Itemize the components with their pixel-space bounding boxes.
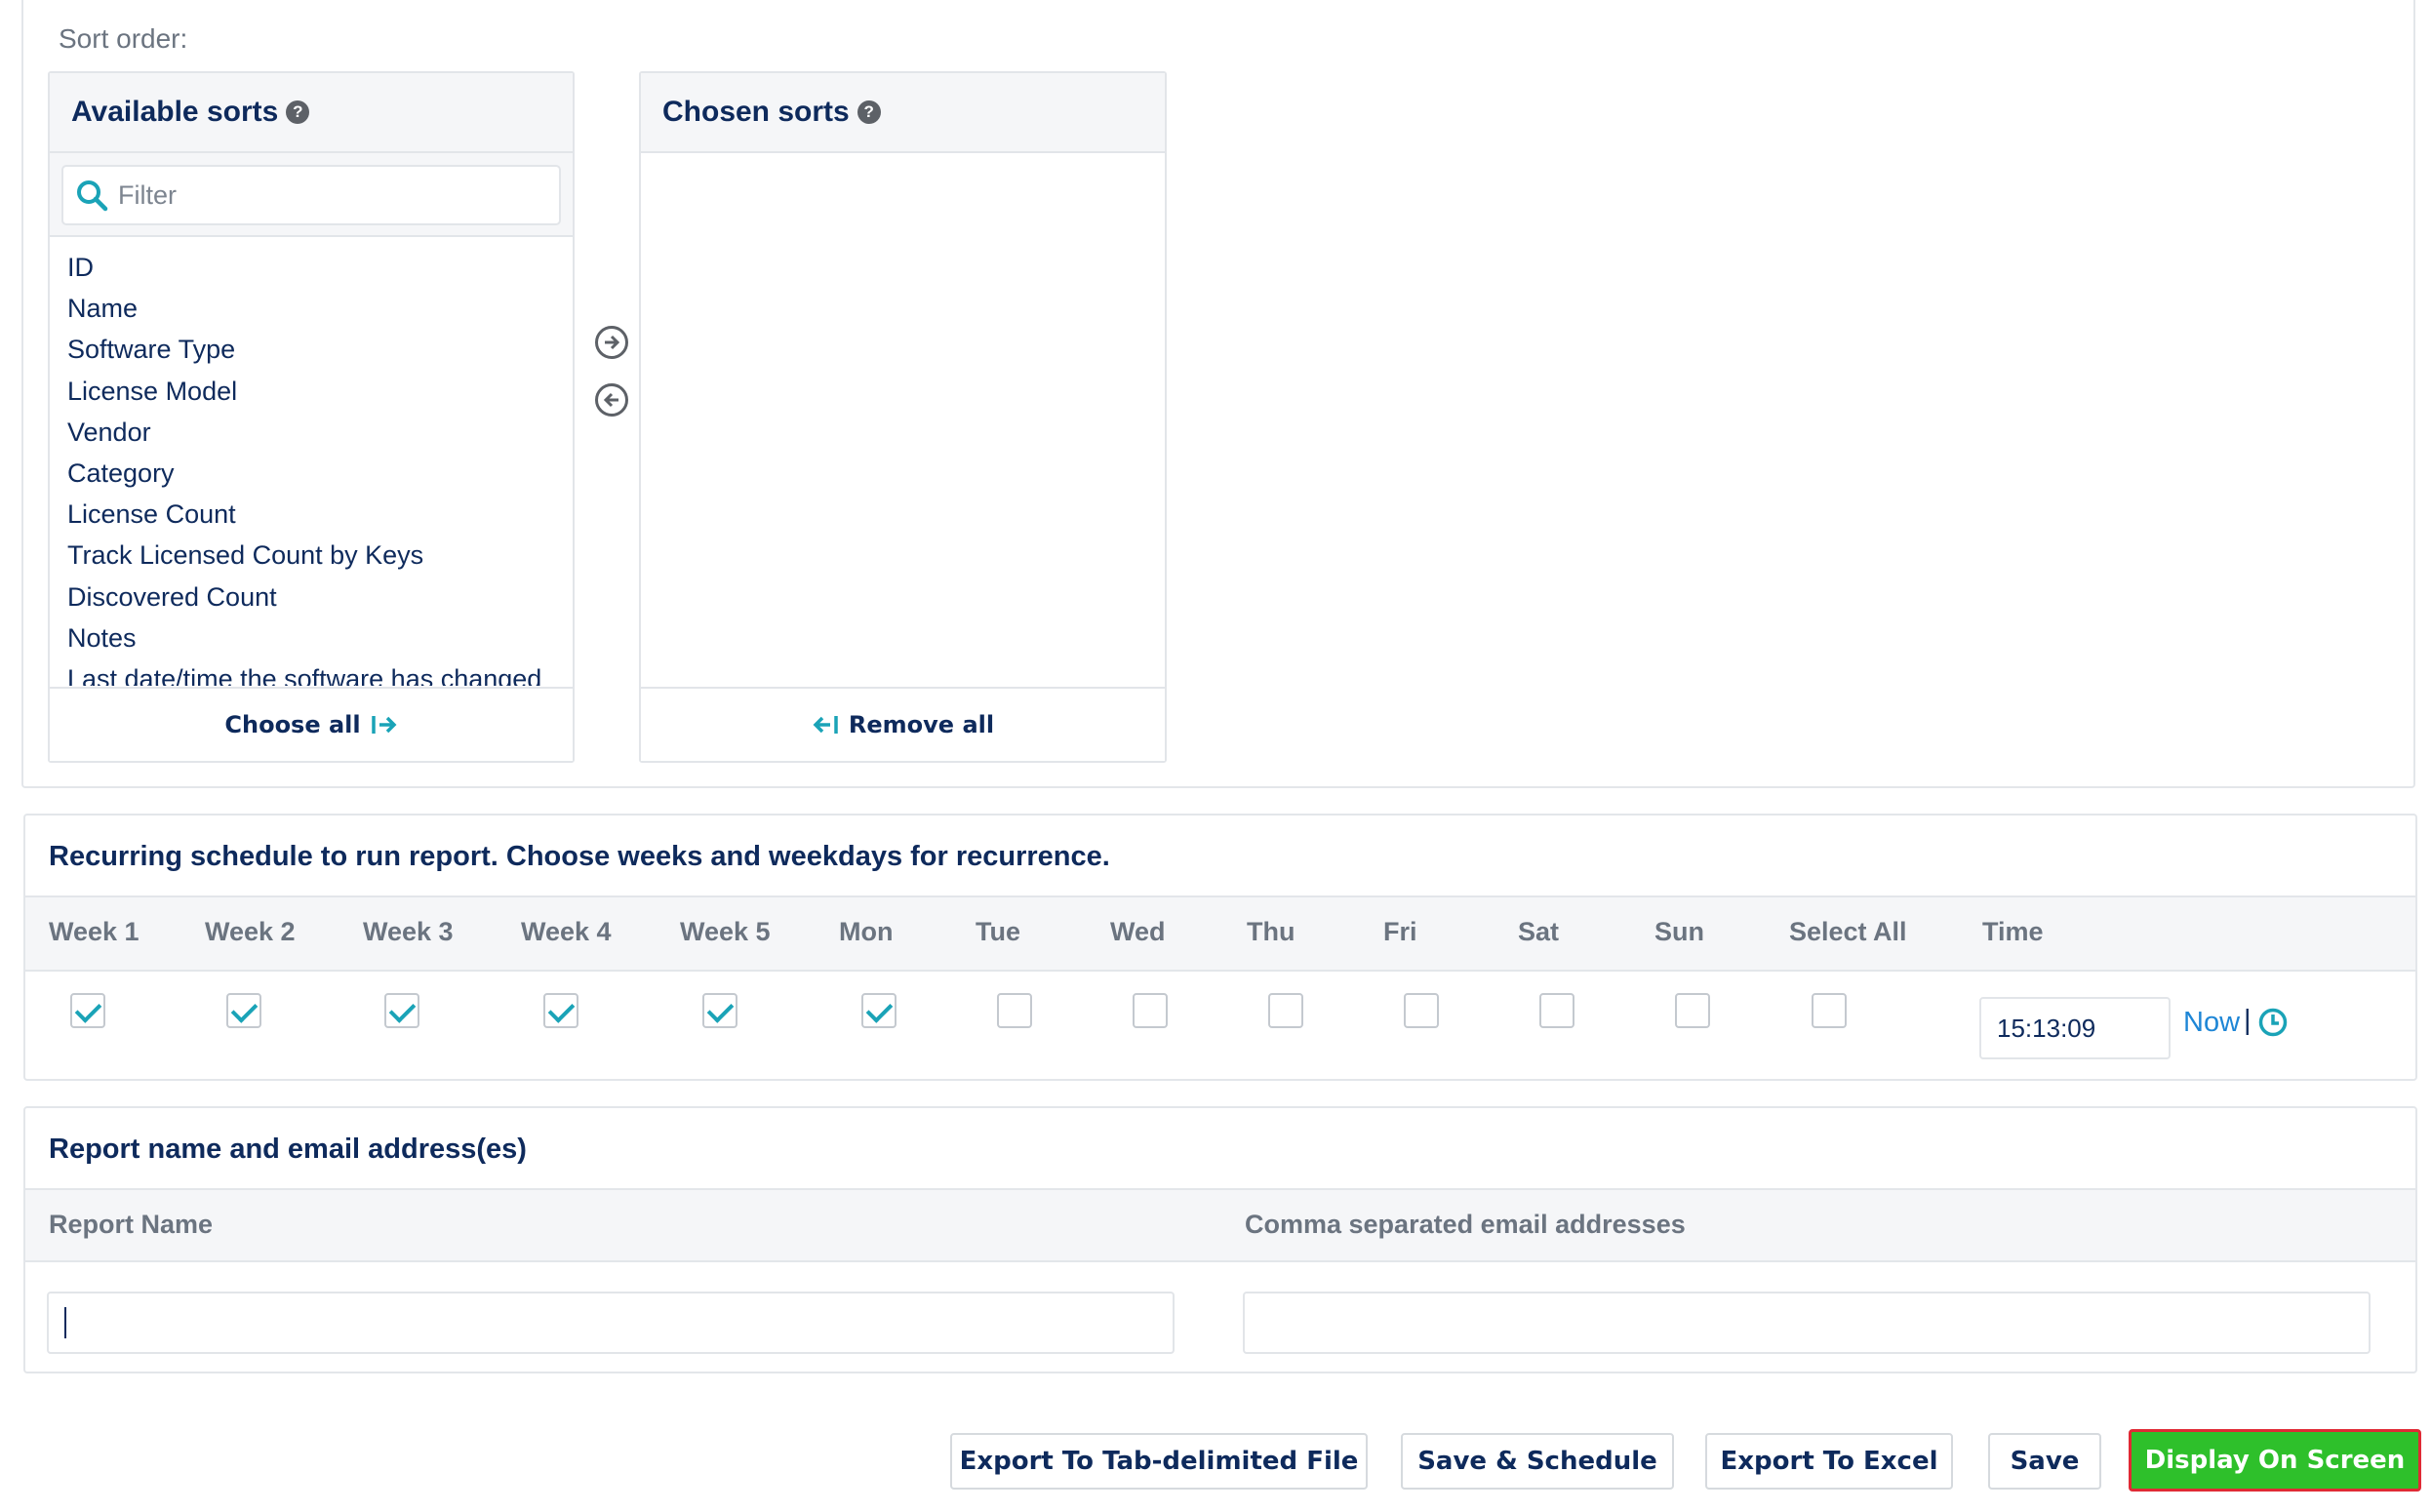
schedule-panel: Recurring schedule to run report. Choose… [23,814,2417,1081]
sort-order-label: Sort order: [59,23,188,54]
save-and-schedule-button[interactable]: Save & Schedule [1401,1433,1674,1490]
search-icon [77,180,108,212]
sat-checkbox[interactable] [1539,993,1574,1028]
email-input[interactable] [1243,1292,2371,1354]
filter-input[interactable] [61,165,561,225]
col-week-1: Week 1 [49,917,139,946]
week-1-checkbox[interactable] [70,993,105,1028]
list-item[interactable]: Notes [50,617,573,658]
col-week-3: Week 3 [363,917,454,946]
list-item[interactable]: Vendor [50,412,573,453]
chosen-sorts-title: Chosen sorts [662,96,850,128]
list-item[interactable]: Last date/time the software has changed [50,658,573,686]
col-tue: Tue [976,917,1020,946]
help-icon[interactable]: ? [857,100,881,124]
help-icon[interactable]: ? [286,100,310,124]
col-week-5: Week 5 [680,917,771,946]
email-header: Comma separated email addresses [1245,1210,1686,1239]
list-item[interactable]: Track Licensed Count by Keys [50,535,573,576]
report-name-header: Report Name [49,1210,214,1239]
list-item[interactable]: Category [50,453,573,494]
remove-all-label: Remove all [848,711,995,738]
col-sun: Sun [1654,917,1704,946]
week-3-checkbox[interactable] [384,993,419,1028]
arrow-right-icon[interactable] [595,326,628,359]
schedule-header-row: Week 1 Week 2 Week 3 Week 4 Week 5 Mon T… [25,895,2415,972]
list-item[interactable]: Discovered Count [50,577,573,617]
list-item[interactable]: ID [50,247,573,288]
report-header-row: Report Name Comma separated email addres… [25,1188,2415,1262]
clock-icon[interactable] [2257,1007,2289,1038]
export-excel-button[interactable]: Export To Excel [1705,1433,1953,1490]
time-input[interactable] [1979,997,2171,1059]
available-sorts-box: Available sorts ? ID Name Software Type … [48,71,575,763]
col-wed: Wed [1110,917,1166,946]
separator: | [2244,1005,2252,1036]
list-item[interactable]: License Count [50,494,573,535]
export-tab-delimited-button[interactable]: Export To Tab-delimited File [950,1433,1368,1490]
col-fri: Fri [1383,917,1417,946]
col-week-2: Week 2 [205,917,296,946]
display-on-screen-button[interactable]: Display On Screen [2129,1429,2421,1492]
available-sorts-title: Available sorts [71,96,279,128]
remove-all-icon [813,716,838,734]
available-sorts-list: ID Name Software Type License Model Vend… [50,237,573,686]
choose-all-button[interactable]: Choose all [50,687,573,761]
now-link[interactable]: Now [2183,1007,2240,1039]
list-item[interactable]: License Model [50,371,573,412]
select-all-checkbox[interactable] [1812,993,1847,1028]
wed-checkbox[interactable] [1133,993,1168,1028]
chosen-sorts-header: Chosen sorts ? [641,73,1165,153]
report-title: Report name and email address(es) [49,1134,527,1165]
week-2-checkbox[interactable] [226,993,261,1028]
fri-checkbox[interactable] [1404,993,1439,1028]
available-sorts-header: Available sorts ? [50,73,573,153]
arrow-left-icon[interactable] [595,383,628,417]
mon-checkbox[interactable] [861,993,897,1028]
choose-all-icon [371,716,397,734]
sun-checkbox[interactable] [1675,993,1710,1028]
filter-bar [50,153,573,237]
col-time: Time [1982,917,2044,946]
save-button[interactable]: Save [1988,1433,2101,1490]
text-caret [64,1307,66,1338]
list-item[interactable]: Software Type [50,329,573,370]
remove-all-button[interactable]: Remove all [641,687,1165,761]
week-4-checkbox[interactable] [543,993,578,1028]
chosen-sorts-box: Chosen sorts ? Remove all [639,71,1167,763]
col-thu: Thu [1247,917,1295,946]
report-panel: Report name and email address(es) Report… [23,1106,2417,1373]
choose-all-label: Choose all [224,711,361,738]
week-5-checkbox[interactable] [702,993,737,1028]
col-sat: Sat [1518,917,1560,946]
schedule-title: Recurring schedule to run report. Choose… [49,841,1110,872]
col-select-all: Select All [1789,917,1907,946]
list-item[interactable]: Name [50,288,573,329]
col-mon: Mon [839,917,894,946]
tue-checkbox[interactable] [997,993,1032,1028]
col-week-4: Week 4 [521,917,612,946]
report-name-input[interactable] [47,1292,1175,1354]
thu-checkbox[interactable] [1268,993,1303,1028]
